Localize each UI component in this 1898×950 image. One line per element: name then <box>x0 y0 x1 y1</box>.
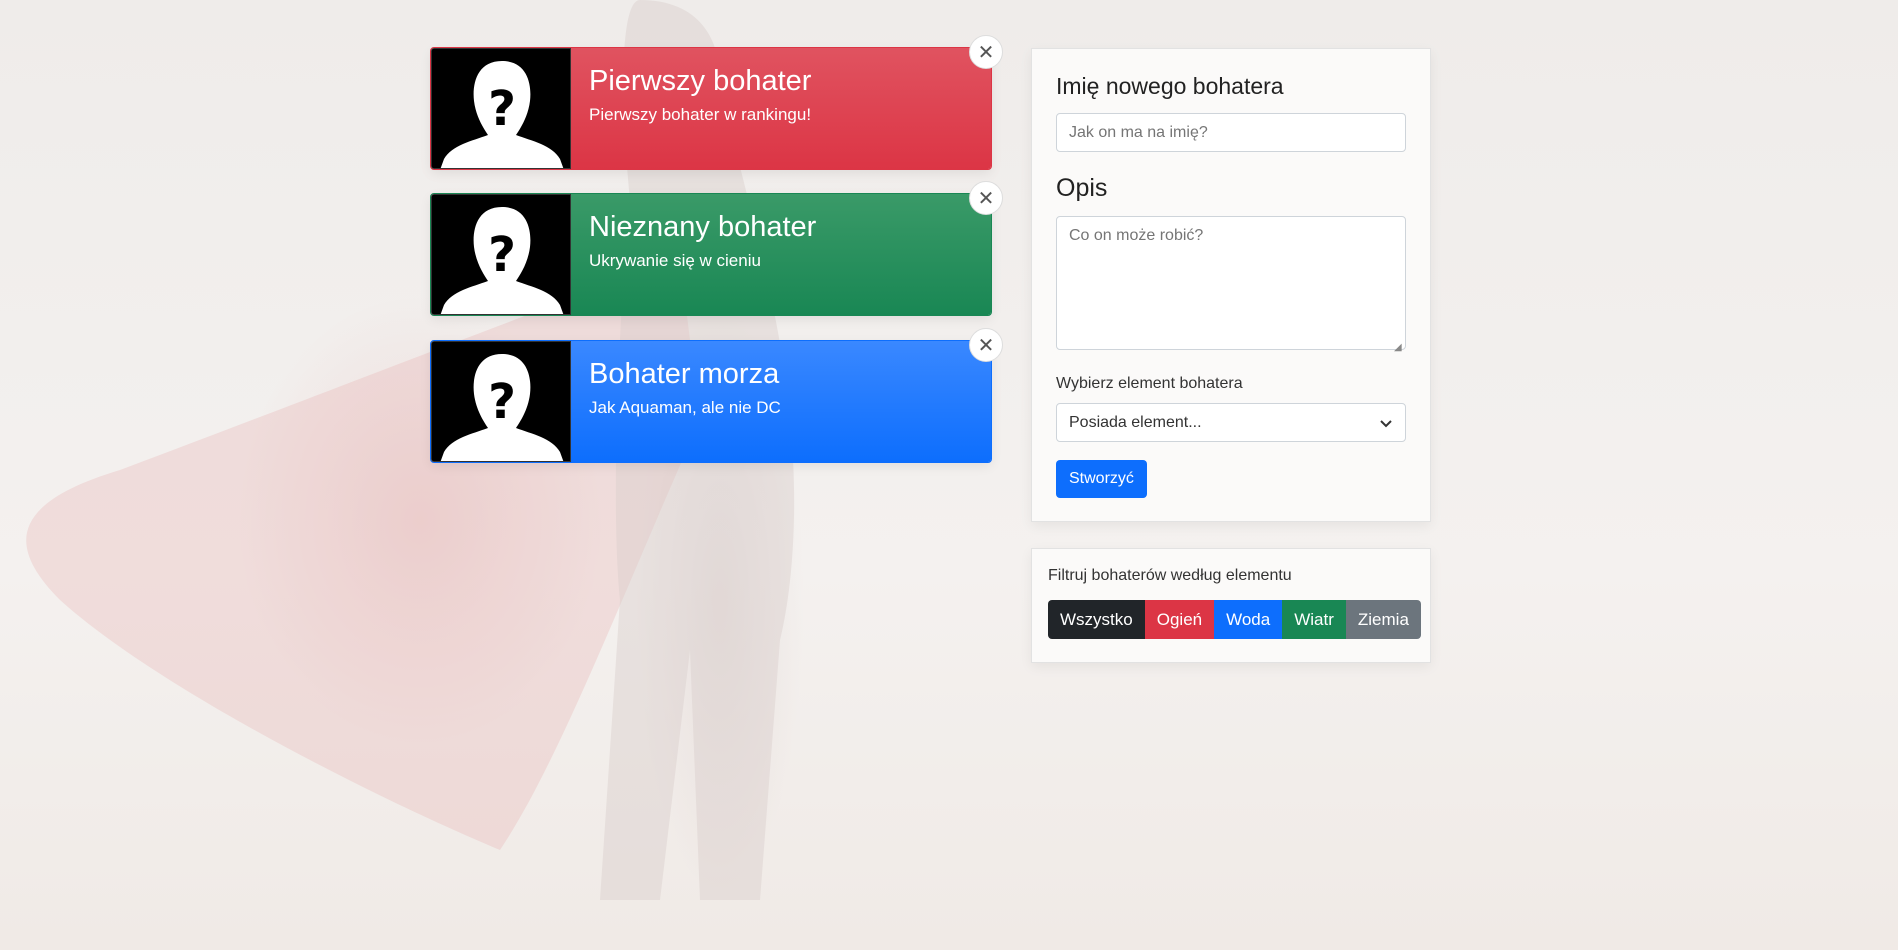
svg-text:?: ? <box>488 81 516 137</box>
hero-description: Pierwszy bohater w rankingu! <box>589 105 812 124</box>
hero-info: Pierwszy bohater Pierwszy bohater w rank… <box>571 48 991 169</box>
svg-text:?: ? <box>488 374 516 430</box>
filter-wind-button[interactable]: Wiatr <box>1282 600 1346 639</box>
chevron-down-icon <box>1380 419 1392 427</box>
unknown-person-icon: ? <box>432 342 570 461</box>
element-filter-panel: Filtruj bohaterów według elementu Wszyst… <box>1031 548 1431 663</box>
filter-button-group: Wszystko Ogień Woda Wiatr Ziemia <box>1048 600 1421 639</box>
element-label: Wybierz element bohatera <box>1056 375 1243 392</box>
filter-earth-button[interactable]: Ziemia <box>1345 600 1421 639</box>
close-icon[interactable]: ✕ <box>969 328 1003 362</box>
hero-card: ? Bohater morza Jak Aquaman, ale nie DC … <box>430 328 1003 463</box>
filter-all-button[interactable]: Wszystko <box>1048 600 1145 639</box>
filter-water-button[interactable]: Woda <box>1214 600 1283 639</box>
svg-text:?: ? <box>488 227 516 283</box>
close-icon[interactable]: ✕ <box>969 181 1003 215</box>
resize-handle-icon[interactable]: ◢ <box>1394 343 1404 353</box>
filter-title: Filtruj bohaterów według elementu <box>1048 567 1292 584</box>
element-select[interactable]: Posiada element... <box>1056 403 1406 442</box>
hero-name: Nieznany bohater <box>589 211 817 243</box>
unknown-person-icon: ? <box>432 195 570 314</box>
close-icon[interactable]: ✕ <box>969 35 1003 69</box>
portrait-image: ? <box>431 194 571 315</box>
portrait-image: ? <box>431 48 571 169</box>
element-select-value: Posiada element... <box>1069 413 1202 431</box>
hero-description: Jak Aquaman, ale nie DC <box>589 398 781 417</box>
hero-name: Bohater morza <box>589 358 780 390</box>
filter-fire-button[interactable]: Ogień <box>1144 600 1215 639</box>
description-field-wrapper: ◢ <box>1056 216 1406 355</box>
hero-card: ? Nieznany bohater Ukrywanie się w cieni… <box>430 181 1003 316</box>
hero-info: Bohater morza Jak Aquaman, ale nie DC <box>571 341 991 462</box>
hero-card: ? Pierwszy bohater Pierwszy bohater w ra… <box>430 35 1003 170</box>
hero-info: Nieznany bohater Ukrywanie się w cieniu <box>571 194 991 315</box>
new-hero-form: Imię nowego bohatera Opis ◢ Wybierz elem… <box>1031 48 1431 522</box>
name-heading: Imię nowego bohatera <box>1056 73 1284 99</box>
unknown-person-icon: ? <box>432 49 570 168</box>
hero-description-textarea[interactable] <box>1056 216 1406 350</box>
hero-name-input[interactable] <box>1056 113 1406 152</box>
hero-name: Pierwszy bohater <box>589 65 812 97</box>
portrait-image: ? <box>431 341 571 462</box>
description-heading: Opis <box>1056 174 1108 202</box>
create-button[interactable]: Stworzyć <box>1056 460 1147 498</box>
hero-description: Ukrywanie się w cieniu <box>589 251 761 270</box>
